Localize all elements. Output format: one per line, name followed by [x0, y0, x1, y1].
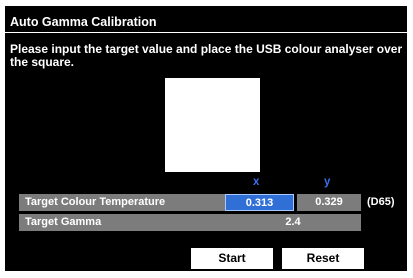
- title-separator: [5, 32, 407, 33]
- x-column-header: x: [253, 176, 260, 188]
- reset-button[interactable]: Reset: [282, 248, 364, 269]
- measurement-square: [165, 78, 260, 172]
- instruction-text: Please input the target value and place …: [10, 42, 403, 69]
- white-point-label: (D65): [367, 196, 395, 208]
- target-y-value-field[interactable]: 0.329: [297, 194, 361, 211]
- y-column-header: y: [324, 176, 331, 188]
- target-gamma-field[interactable]: 2.4: [225, 214, 361, 231]
- target-x-value-field[interactable]: 0.313: [225, 194, 294, 211]
- auto-gamma-calibration-dialog: Auto Gamma Calibration Please input the …: [0, 0, 413, 278]
- start-button[interactable]: Start: [191, 248, 273, 269]
- target-gamma-label: Target Gamma: [19, 214, 227, 231]
- dialog-panel: Auto Gamma Calibration Please input the …: [5, 6, 407, 271]
- target-colour-temperature-label: Target Colour Temperature: [19, 194, 227, 211]
- dialog-title: Auto Gamma Calibration: [10, 15, 157, 29]
